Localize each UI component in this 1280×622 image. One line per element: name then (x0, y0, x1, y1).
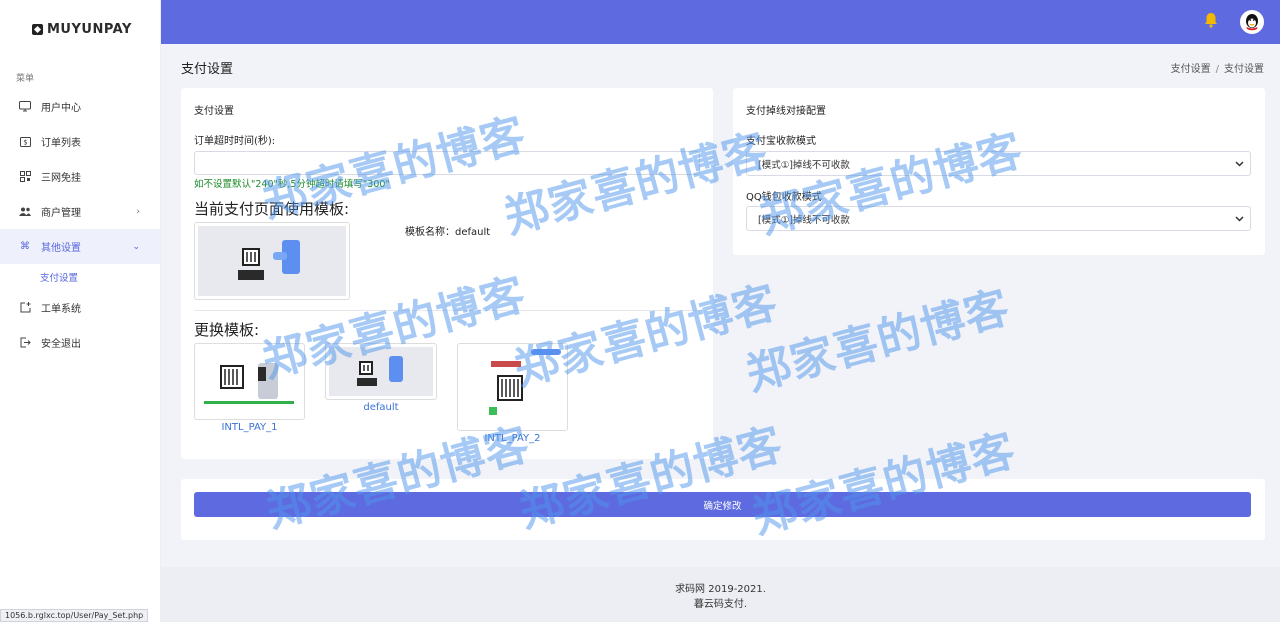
brand-name: MUYUNPAY (47, 22, 132, 37)
card-title: 支付掉线对接配置 (746, 106, 826, 117)
sidebar-item-tickets[interactable]: 工单系统 (0, 290, 160, 325)
page-title: 支付设置 (181, 62, 234, 77)
menu-section-title: 菜单 (16, 74, 35, 84)
receipt-icon: $ (19, 136, 31, 148)
footer-copyright: 求码网 2019-2021. (675, 584, 766, 595)
footer-brand: 暮云码支付. (693, 599, 748, 610)
template-option-default[interactable]: default (325, 343, 437, 413)
status-bar-url: 1056.b.rglxc.top/User/Pay_Set.php (0, 609, 149, 622)
chevron-down-icon: ⌄ (132, 241, 140, 252)
sidebar-item-other-settings[interactable]: ⌘ 其他设置 ⌄ (0, 229, 160, 264)
template-thumbnail[interactable] (194, 343, 305, 420)
svg-text:$: $ (23, 138, 27, 146)
sidebar-menu: 用户中心 $ 订单列表 三网免挂 商户管理 › ⌘ 其他设置 ⌄ 支付设置 工单… (0, 89, 160, 360)
sidebar-item-label: 安全退出 (41, 339, 81, 350)
command-icon: ⌘ (20, 241, 30, 252)
breadcrumb-separator: / (1215, 64, 1219, 75)
template-option-intl-pay-1[interactable]: INTL_PAY_1 (194, 343, 305, 433)
template-name: 模板名称：default (405, 227, 491, 238)
pay-settings-card: 支付设置 订单超时时间(秒): 如不设置默认"240"秒,5分钟超时请填写"30… (181, 88, 713, 459)
template-preview-image (198, 347, 301, 416)
sidebar-subitem-pay-settings[interactable]: 支付设置 (0, 264, 160, 290)
divider (194, 310, 700, 311)
breadcrumb-parent[interactable]: 支付设置 (1171, 64, 1211, 75)
sidebar-item-label: 三网免挂 (41, 173, 81, 184)
template-label[interactable]: INTL_PAY_1 (194, 422, 305, 433)
qq-mode-label: QQ钱包收款模式 (746, 192, 822, 203)
monitor-icon (19, 101, 31, 113)
timeout-label: 订单超时时间(秒): (194, 136, 276, 147)
users-icon (19, 206, 31, 218)
card-title: 支付设置 (194, 106, 234, 117)
breadcrumb: 支付设置 / 支付设置 (1171, 60, 1264, 75)
chevron-right-icon: › (136, 206, 140, 217)
submit-card: 确定修改 (181, 479, 1265, 540)
template-label[interactable]: INTL_PAY_2 (457, 433, 568, 444)
chevron-down-icon (1235, 214, 1244, 226)
template-option-intl-pay-2[interactable]: INTL_PAY_2 (457, 343, 568, 444)
current-template-title: 当前支付页面使用模板: (194, 200, 350, 218)
alipay-mode-select[interactable]: [模式①]掉线不可收款 (746, 151, 1251, 176)
offline-config-card: 支付掉线对接配置 支付宝收款模式 [模式①]掉线不可收款 QQ钱包收款模式 [模… (733, 88, 1265, 255)
template-thumbnail[interactable] (457, 343, 568, 431)
template-preview-image (329, 347, 433, 396)
logout-icon (19, 337, 31, 349)
chevron-down-icon (1235, 159, 1244, 171)
user-avatar[interactable] (1240, 10, 1264, 34)
sidebar-item-three-net[interactable]: 三网免挂 (0, 159, 160, 194)
footer: 求码网 2019-2021. 暮云码支付. (161, 567, 1280, 622)
sidebar: MUYUNPAY 菜单 用户中心 $ 订单列表 三网免挂 商户管理 › ⌘ 其他… (0, 0, 161, 622)
sidebar-item-label: 用户中心 (41, 103, 81, 114)
sidebar-subitem-label: 支付设置 (40, 273, 79, 284)
sidebar-item-user-center[interactable]: 用户中心 (0, 89, 160, 124)
qr-grid-icon (19, 171, 31, 183)
sidebar-item-logout[interactable]: 安全退出 (0, 325, 160, 360)
current-template-preview (194, 222, 350, 300)
logo-icon (32, 24, 43, 35)
qq-mode-select[interactable]: [模式①]掉线不可收款 (746, 206, 1251, 231)
sidebar-item-label: 订单列表 (41, 138, 81, 149)
change-template-title: 更换模板: (194, 321, 260, 339)
sidebar-item-merchants[interactable]: 商户管理 › (0, 194, 160, 229)
select-value: [模式①]掉线不可收款 (758, 214, 850, 226)
breadcrumb-current: 支付设置 (1224, 64, 1264, 75)
template-preview-image (461, 347, 564, 427)
template-label[interactable]: default (325, 402, 437, 413)
alipay-mode-label: 支付宝收款模式 (746, 136, 816, 147)
timeout-input[interactable] (194, 151, 700, 175)
brand-logo[interactable]: MUYUNPAY (32, 22, 132, 37)
sidebar-item-orders[interactable]: $ 订单列表 (0, 124, 160, 159)
template-thumbnail[interactable] (325, 343, 437, 400)
template-preview-image (198, 226, 346, 296)
watermark: 郑家喜的博客 (741, 281, 1016, 401)
confirm-button[interactable]: 确定修改 (194, 492, 1251, 517)
sidebar-item-label: 工单系统 (41, 304, 81, 315)
sidebar-item-label: 其他设置 (41, 243, 81, 254)
sidebar-item-label: 商户管理 (41, 208, 81, 219)
bell-icon[interactable] (1204, 12, 1218, 28)
select-value: [模式①]掉线不可收款 (758, 159, 850, 171)
ticket-icon (19, 302, 31, 314)
timeout-hint: 如不设置默认"240"秒,5分钟超时请填写"300" (194, 179, 390, 190)
top-bar (161, 0, 1280, 44)
